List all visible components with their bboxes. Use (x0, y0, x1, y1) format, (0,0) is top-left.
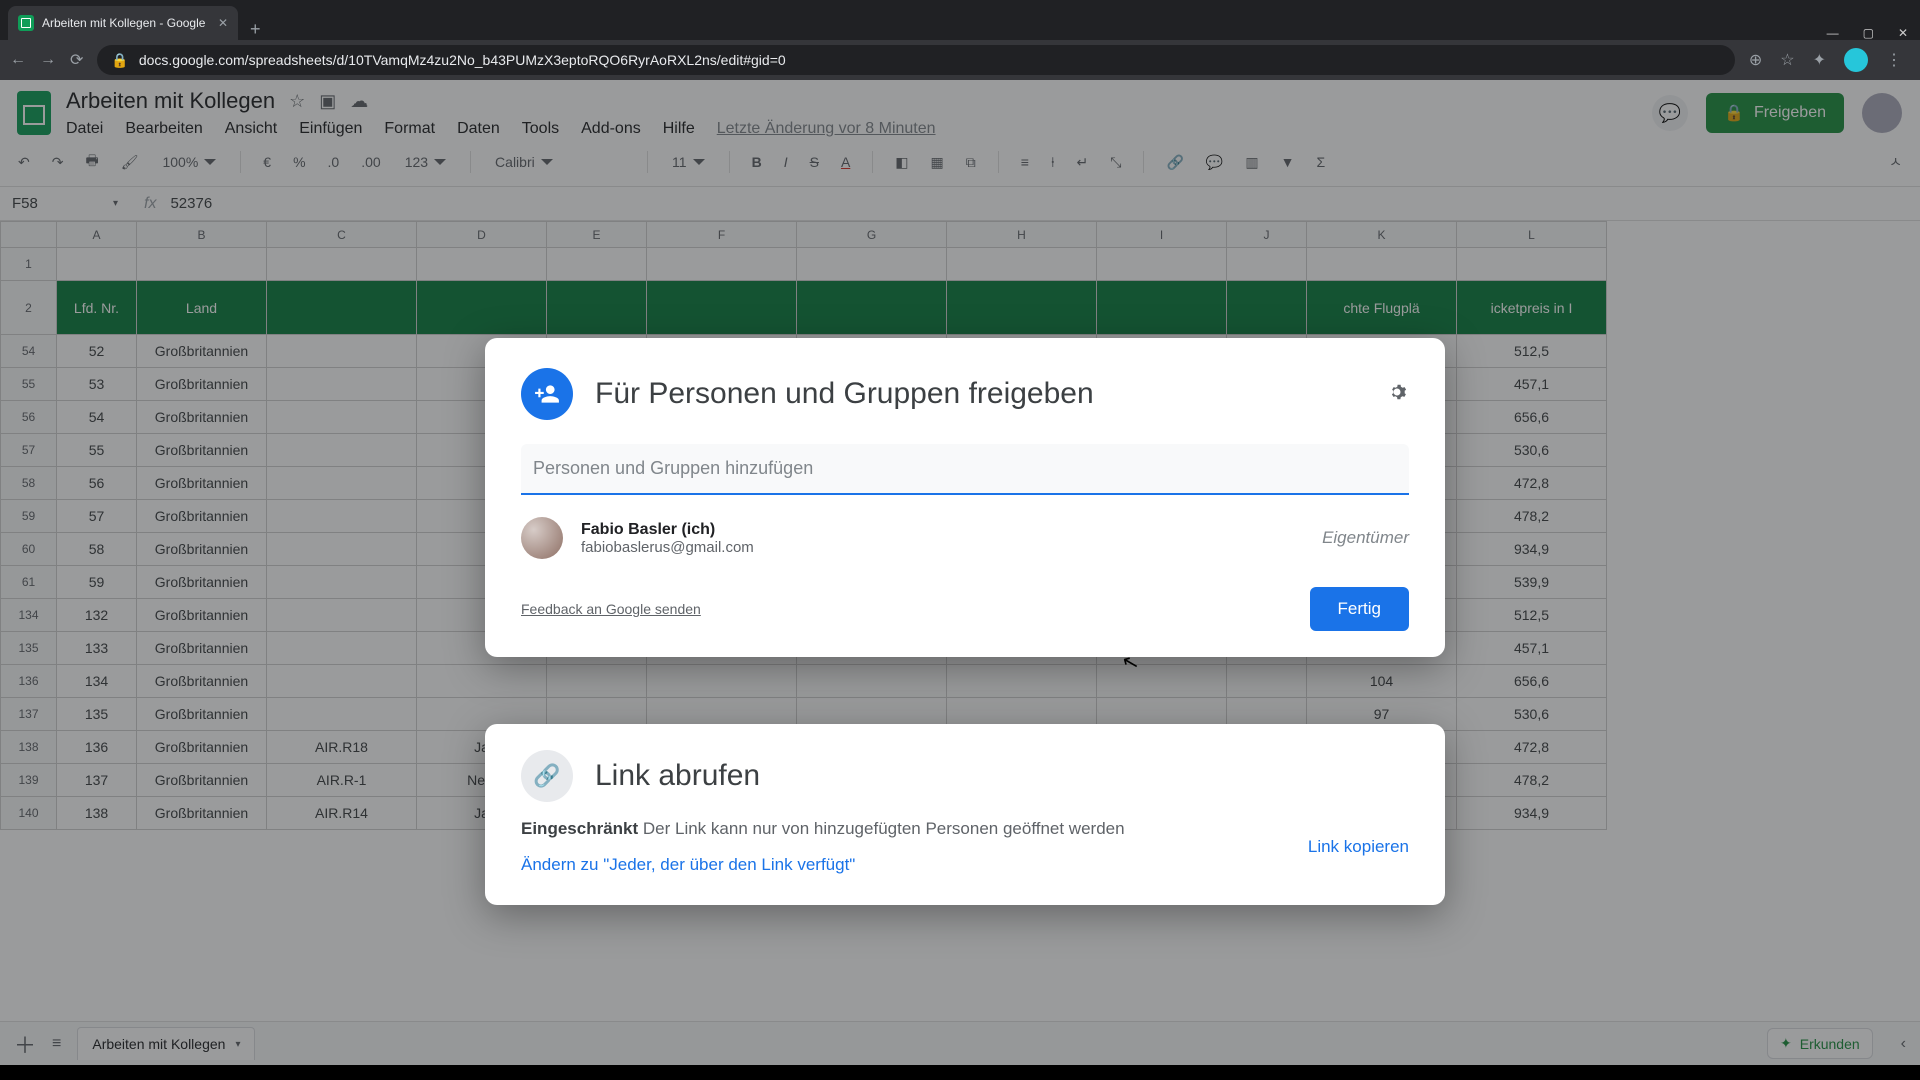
owner-name: Fabio Basler (ich) (581, 521, 754, 539)
bookmark-icon[interactable]: ☆ (1780, 50, 1794, 70)
owner-email: fabiobaslerus@gmail.com (581, 539, 754, 556)
browser-toolbar: ← → ⟳ 🔒 docs.google.com/spreadsheets/d/1… (0, 40, 1920, 80)
kebab-menu-icon[interactable]: ⋮ (1886, 50, 1904, 70)
gear-icon[interactable] (1385, 380, 1409, 409)
share-dialog-title: Für Personen und Gruppen freigeben (595, 377, 1094, 411)
browser-tab[interactable]: Arbeiten mit Kollegen - Google ✕ (8, 6, 238, 40)
profile-avatar[interactable] (1844, 48, 1868, 72)
close-tab-icon[interactable]: ✕ (218, 16, 228, 30)
sheets-favicon (18, 15, 34, 31)
owner-role: Eigentümer (1322, 528, 1409, 548)
share-dialog: Für Personen und Gruppen freigeben Fabio… (485, 338, 1445, 657)
owner-avatar (521, 517, 563, 559)
window-minimize-button[interactable]: — (1827, 26, 1839, 40)
window-close-button[interactable]: ✕ (1898, 26, 1908, 40)
tab-title: Arbeiten mit Kollegen - Google (42, 16, 205, 30)
url-text: docs.google.com/spreadsheets/d/10TVamqMz… (139, 52, 786, 68)
copy-link-button[interactable]: Link kopieren (1308, 837, 1409, 857)
back-button[interactable]: ← (10, 51, 26, 69)
browser-tab-strip: Arbeiten mit Kollegen - Google ✕ + — ▢ ✕ (0, 0, 1920, 40)
add-people-input[interactable] (521, 444, 1409, 493)
extensions-icon[interactable]: ✦ (1813, 50, 1826, 70)
get-link-title: Link abrufen (595, 759, 760, 793)
reload-button[interactable]: ⟳ (70, 50, 83, 70)
get-link-dialog: 🔗 Link abrufen Eingeschränkt Der Link ka… (485, 724, 1445, 905)
change-access-link[interactable]: Ändern zu "Jeder, der über den Link verf… (521, 852, 855, 878)
link-icon: 🔗 (521, 750, 573, 802)
address-bar[interactable]: 🔒 docs.google.com/spreadsheets/d/10TVamq… (97, 45, 1734, 75)
feedback-link[interactable]: Feedback an Google senden (521, 601, 701, 617)
lock-icon: 🔒 (111, 52, 128, 69)
done-button[interactable]: Fertig (1310, 587, 1409, 631)
person-add-icon (521, 368, 573, 420)
zoom-icon[interactable]: ⊕ (1749, 50, 1762, 70)
forward-button[interactable]: → (40, 51, 56, 69)
sheets-app: Arbeiten mit Kollegen ☆ ▣ ☁ Datei Bearbe… (0, 80, 1920, 1065)
window-maximize-button[interactable]: ▢ (1863, 26, 1874, 40)
link-description: Der Link kann nur von hinzugefügten Pers… (638, 819, 1124, 838)
restricted-label: Eingeschränkt (521, 819, 638, 838)
new-tab-button[interactable]: + (238, 19, 273, 40)
